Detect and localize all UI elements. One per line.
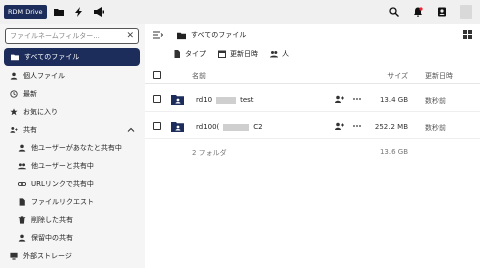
sidebar-item-all-files[interactable]: すべてのファイル bbox=[4, 48, 140, 66]
folder-count: 2 フォルダ bbox=[192, 149, 227, 157]
sidebar-item-label: 共有 bbox=[23, 126, 37, 134]
sidebar-item-favorites[interactable]: お気に入り bbox=[0, 103, 145, 121]
shared-folder-icon bbox=[171, 95, 184, 105]
type-filter-button[interactable]: タイプ bbox=[173, 49, 206, 59]
file-list-panel: すべてのファイル タイプ 更新日時 人 名前 サイズ 更新日時 rd10 tes… bbox=[145, 24, 480, 268]
sidebar-item-label: すべてのファイル bbox=[24, 53, 80, 61]
total-size: 13.6 GB bbox=[379, 148, 408, 156]
file-list-header: 名前 サイズ 更新日時 bbox=[145, 66, 480, 84]
share-icon[interactable] bbox=[335, 95, 344, 103]
deleted-share-icon bbox=[17, 216, 26, 225]
folder-icon bbox=[177, 32, 186, 39]
people-icon bbox=[270, 51, 278, 58]
column-size[interactable]: サイズ bbox=[387, 71, 408, 81]
sidebar-item-label: ファイルリクエスト bbox=[31, 198, 94, 206]
row-checkbox[interactable] bbox=[153, 122, 161, 130]
sidebar-item-pending-shares[interactable]: 保留中の共有 bbox=[0, 229, 145, 247]
folder-icon bbox=[10, 53, 19, 62]
external-storage-icon bbox=[9, 252, 18, 261]
sidebar-item-recent[interactable]: 最新 bbox=[0, 85, 145, 103]
sidebar-item-label: 最新 bbox=[23, 90, 37, 98]
row-checkbox[interactable] bbox=[153, 95, 161, 103]
link-icon bbox=[17, 180, 26, 189]
pending-share-icon bbox=[17, 234, 26, 243]
star-icon bbox=[9, 108, 18, 117]
shared-with-others-icon bbox=[17, 162, 26, 171]
table-row[interactable]: rd10 test 13.4 GB 数秒前 bbox=[145, 87, 480, 112]
sidebar-toggle-icon[interactable] bbox=[153, 30, 163, 40]
column-name[interactable]: 名前 bbox=[192, 71, 206, 81]
sidebar-item-label: URLリンクで共有中 bbox=[31, 180, 94, 188]
calendar-icon bbox=[218, 50, 226, 58]
app-header: RDM Drive bbox=[0, 0, 480, 24]
shared-with-you-icon bbox=[17, 144, 26, 153]
table-row[interactable]: rd100( C2 252.2 MB 数秒前 bbox=[145, 114, 480, 139]
file-name-filter[interactable]: ✕ bbox=[5, 28, 139, 44]
announcement-icon[interactable] bbox=[91, 4, 107, 20]
row-modified: 数秒前 bbox=[425, 97, 446, 105]
sidebar-item-shared-with-you[interactable]: 他ユーザーがあなたと共有中 bbox=[0, 139, 145, 157]
row-size: 252.2 MB bbox=[374, 123, 408, 131]
filter-input[interactable] bbox=[6, 32, 118, 40]
search-icon[interactable] bbox=[386, 4, 402, 20]
filter-bar: タイプ 更新日時 人 bbox=[173, 49, 301, 59]
folder-icon[interactable] bbox=[51, 4, 67, 20]
sidebar-item-shares[interactable]: 共有 bbox=[0, 121, 145, 139]
sidebar-item-label: 外部ストレージ bbox=[23, 252, 72, 260]
contacts-icon[interactable] bbox=[434, 4, 450, 20]
sidebar-item-label: 他ユーザーと共有中 bbox=[31, 162, 94, 170]
redacted-text bbox=[223, 123, 250, 131]
sidebar-item-label: 保留中の共有 bbox=[31, 234, 73, 242]
column-modified[interactable]: 更新日時 bbox=[425, 71, 453, 81]
sidebar-item-label: お気に入り bbox=[23, 108, 58, 116]
file-request-icon bbox=[17, 198, 26, 207]
activity-icon[interactable] bbox=[71, 4, 87, 20]
clear-filter-icon[interactable]: ✕ bbox=[126, 31, 134, 41]
sidebar-item-deleted-shares[interactable]: 削除した共有 bbox=[0, 211, 145, 229]
select-all-checkbox[interactable] bbox=[153, 71, 161, 79]
app-logo[interactable]: RDM Drive bbox=[4, 5, 47, 19]
row-modified: 数秒前 bbox=[425, 124, 446, 132]
sidebar-item-label: 削除した共有 bbox=[31, 216, 73, 224]
sidebar-item-file-requests[interactable]: ファイルリクエスト bbox=[0, 193, 145, 211]
grid-view-icon[interactable] bbox=[463, 30, 472, 39]
breadcrumb: すべてのファイル bbox=[153, 30, 246, 40]
person-icon bbox=[9, 72, 18, 81]
file-list-summary: 2 フォルダ 13.6 GB bbox=[145, 143, 480, 161]
sidebar-item-label: 個人ファイル bbox=[23, 72, 65, 80]
people-filter-button[interactable]: 人 bbox=[270, 49, 289, 59]
shared-folder-icon bbox=[171, 122, 184, 132]
sidebar: ✕ すべてのファイル 個人ファイル 最新 お気に入り 共有 他ユーザーがあなたと… bbox=[0, 24, 145, 268]
share-icon bbox=[9, 126, 18, 135]
redacted-text bbox=[216, 96, 237, 104]
sidebar-item-shared-by-link[interactable]: URLリンクで共有中 bbox=[0, 175, 145, 193]
history-icon bbox=[9, 90, 18, 99]
sidebar-item-external-storage[interactable]: 外部ストレージ bbox=[0, 247, 145, 265]
file-icon bbox=[174, 50, 180, 58]
row-name[interactable]: rd100( C2 bbox=[196, 123, 263, 131]
sidebar-item-shared-with-others[interactable]: 他ユーザーと共有中 bbox=[0, 157, 145, 175]
sidebar-item-personal[interactable]: 個人ファイル bbox=[0, 67, 145, 85]
chevron-up-icon[interactable] bbox=[127, 126, 135, 134]
share-icon[interactable] bbox=[335, 122, 344, 130]
row-name[interactable]: rd10 test bbox=[196, 96, 254, 104]
modified-filter-button[interactable]: 更新日時 bbox=[218, 49, 258, 59]
breadcrumb-current[interactable]: すべてのファイル bbox=[191, 30, 246, 40]
row-size: 13.4 GB bbox=[379, 96, 408, 104]
sidebar-item-label: 他ユーザーがあなたと共有中 bbox=[31, 144, 122, 152]
notifications-icon[interactable] bbox=[410, 4, 426, 20]
avatar[interactable] bbox=[460, 5, 472, 19]
